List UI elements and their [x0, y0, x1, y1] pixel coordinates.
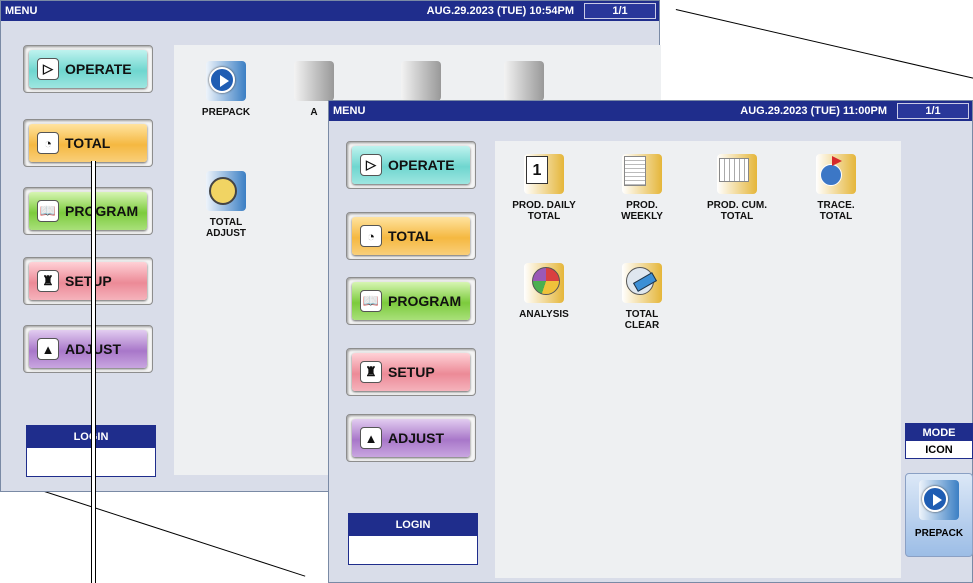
page-indicator[interactable]: 1/1 — [897, 103, 969, 119]
page-indicator[interactable]: 1/1 — [584, 3, 656, 19]
leader-line-bottom — [19, 483, 306, 577]
prepack-icon — [919, 480, 959, 520]
eraser-icon — [622, 263, 662, 303]
total-icon: ◔ — [37, 132, 59, 154]
mode-value: ICON — [925, 443, 953, 456]
adjust-icon: ▲ — [360, 427, 382, 449]
prepack-button[interactable]: PREPACK — [905, 473, 973, 557]
document-icon — [622, 154, 662, 194]
calendar-icon: 1 — [524, 154, 564, 194]
operate-icon: ▷ — [37, 58, 59, 80]
login-box[interactable]: LOGIN — [348, 513, 478, 565]
spreadsheet-icon — [717, 154, 757, 194]
tile-total-adjust[interactable]: TOTAL ADJUST — [181, 171, 271, 239]
datetime: AUG.29.2023 (TUE) 10:54PM — [426, 5, 574, 17]
nav-operate-button[interactable]: ▷ OPERATE — [346, 141, 476, 189]
mode-label: MODE — [906, 424, 972, 441]
title-bar: MENU AUG.29.2023 (TUE) 11:00PM 1/1 — [329, 101, 972, 121]
menu-title: MENU — [5, 5, 38, 17]
nav-total-button[interactable]: ◔ TOTAL — [346, 212, 476, 260]
tile-prod-daily-total[interactable]: 1 PROD. DAILY TOTAL — [499, 154, 589, 222]
menu-title: MENU — [333, 105, 366, 117]
tile-total-clear[interactable]: TOTAL CLEAR — [597, 263, 687, 331]
setup-icon: ♜ — [37, 270, 59, 292]
tile-prepack[interactable]: PREPACK — [181, 61, 271, 118]
total-icon: ◔ — [360, 225, 382, 247]
tile-trace-total[interactable]: TRACE. TOTAL — [791, 154, 881, 222]
globe-flag-icon — [816, 154, 856, 194]
nav-total-button[interactable]: ◔ TOTAL — [23, 119, 153, 167]
tile-prod-cum-total[interactable]: PROD. CUM. TOTAL — [692, 154, 782, 222]
operate-icon: ▷ — [360, 154, 382, 176]
nav-program-button[interactable]: 📖 PROGRAM — [23, 187, 153, 235]
nav-program-button[interactable]: 📖 PROGRAM — [346, 277, 476, 325]
nav-operate-button[interactable]: ▷ OPERATE — [23, 45, 153, 93]
nav-setup-button[interactable]: ♜ SETUP — [346, 348, 476, 396]
login-label: LOGIN — [349, 514, 477, 536]
total-adjust-icon — [206, 171, 246, 211]
program-icon: 📖 — [37, 200, 59, 222]
leader-line-top — [675, 9, 973, 80]
front-screen: MENU AUG.29.2023 (TUE) 11:00PM 1/1 ▷ OPER… — [328, 100, 973, 583]
adjust-icon: ▲ — [37, 338, 59, 360]
nav-adjust-button[interactable]: ▲ADJUST — [346, 414, 476, 462]
prepack-icon — [206, 61, 246, 101]
tile-analysis[interactable]: ANALYSIS — [499, 263, 589, 320]
trash-icon — [294, 61, 334, 101]
trash-icon — [504, 61, 544, 101]
title-bar: MENU AUG.29.2023 (TUE) 10:54PM 1/1 — [1, 1, 659, 21]
datetime: AUG.29.2023 (TUE) 11:00PM — [740, 105, 887, 117]
nav-adjust-button[interactable]: ▲ADJUST — [23, 325, 153, 373]
tile-prod-weekly[interactable]: PROD. WEEKLY — [597, 154, 687, 222]
program-icon: 📖 — [360, 290, 382, 312]
mode-selector[interactable]: MODE ICON — [905, 423, 973, 459]
nav-setup-button[interactable]: ♜ SETUP — [23, 257, 153, 305]
setup-icon: ♜ — [360, 361, 382, 383]
pie-chart-icon — [524, 263, 564, 303]
callout-line — [91, 161, 96, 583]
trash-icon — [401, 61, 441, 101]
